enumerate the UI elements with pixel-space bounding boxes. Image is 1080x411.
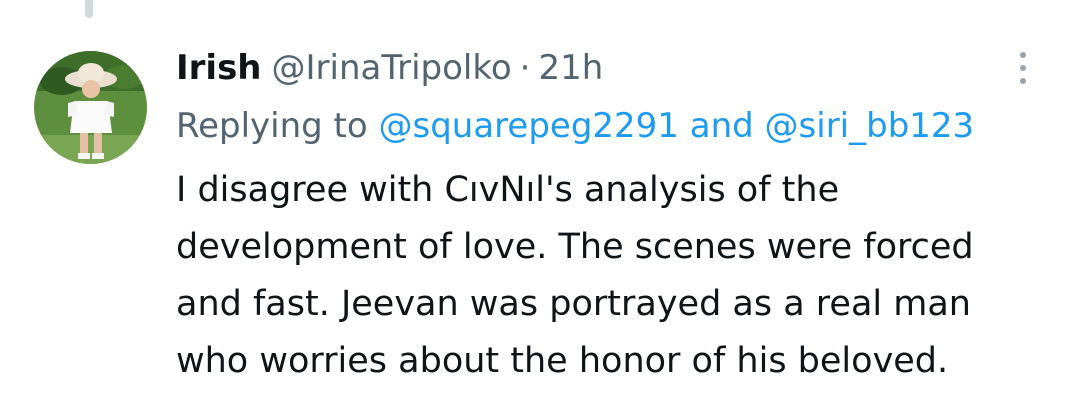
replying-to: Replying to @squarepeg2291 and @siri_bb1… <box>176 102 974 150</box>
more-dot <box>1020 65 1026 71</box>
display-name[interactable]: Irish <box>176 44 262 92</box>
separator-dot: · <box>519 48 531 88</box>
tweet-header: Irish @IrinaTripolko · 21h <box>176 44 603 92</box>
mention-link[interactable]: @siri_bb123 <box>765 106 975 146</box>
tweet-text-line: who worries about the honor of his belov… <box>176 341 949 381</box>
replying-to-label: Replying to <box>176 106 368 146</box>
more-dot <box>1020 52 1026 58</box>
timestamp[interactable]: 21h <box>538 44 603 92</box>
avatar[interactable] <box>34 51 147 164</box>
tweet-text-line: and fast. Jeevan was portrayed as a real… <box>176 284 971 324</box>
user-handle[interactable]: @IrinaTripolko <box>272 44 512 92</box>
mention-link[interactable]: @squarepeg2291 <box>379 106 679 146</box>
tweet-text: I disagree with CıvNıl's analysis of the… <box>176 162 1056 390</box>
tweet-text-line: development of love. The scenes were for… <box>176 227 974 267</box>
mention-conjunction[interactable]: and <box>690 106 754 146</box>
avatar-photo <box>34 51 147 164</box>
more-vertical-icon[interactable] <box>1008 48 1038 88</box>
thread-connector-line <box>85 0 93 18</box>
tweet-text-line: I disagree with CıvNıl's analysis of the <box>176 170 840 210</box>
more-dot <box>1020 78 1026 84</box>
